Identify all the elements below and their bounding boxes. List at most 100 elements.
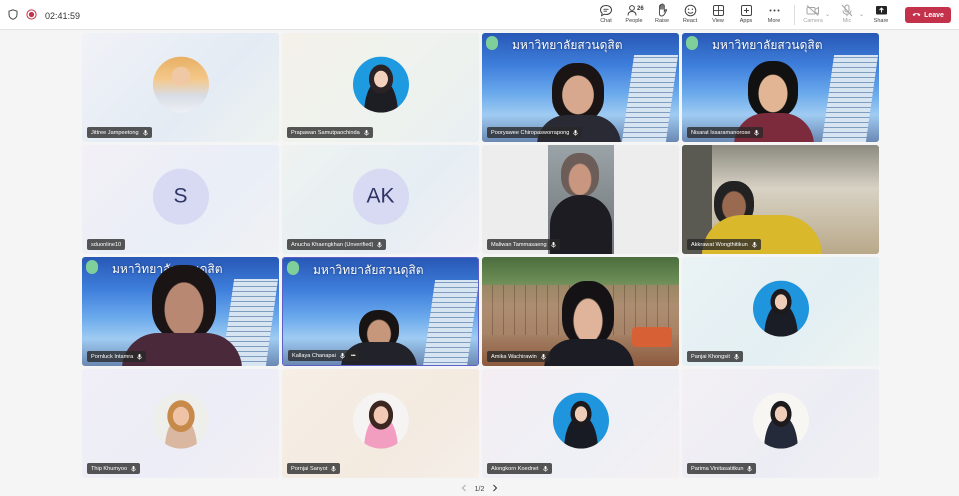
participant-tile[interactable]: Pornjai Sanyot [282, 369, 479, 478]
react-icon [684, 3, 697, 17]
avatar [352, 392, 409, 449]
apps-icon [740, 3, 753, 17]
meeting-status: 02:41:59 [8, 7, 80, 25]
previous-page-chevron-left-icon[interactable] [461, 484, 467, 494]
apps-button[interactable]: Apps [732, 3, 760, 24]
mic-icon [747, 465, 753, 472]
participant-tile[interactable]: Prapawan Samutpaochinda [282, 33, 479, 142]
mic-icon [340, 352, 345, 359]
university-logo [686, 36, 698, 50]
mic-options-chevron-down-icon[interactable]: ⌄ [859, 11, 864, 18]
share-button[interactable]: Share [867, 3, 895, 24]
participant-name-label: Jittree Jampeetong [87, 127, 152, 138]
mic-icon [331, 465, 337, 472]
people-button[interactable]: 26 People [620, 3, 648, 24]
avatar [552, 392, 609, 449]
mic-icon [142, 129, 148, 136]
camera-button[interactable]: ⌄ Camera [799, 3, 830, 24]
mic-icon [137, 353, 142, 360]
chat-icon [599, 3, 613, 17]
mic-icon [734, 353, 739, 360]
mic-icon [364, 129, 369, 136]
participant-face [562, 281, 614, 345]
participant-name-label: Panjai Khongsit [687, 351, 743, 362]
participant-name-label: Thip Khumyoo [87, 463, 141, 474]
participant-name-label: Amika Wachirawin [487, 351, 550, 362]
view-icon [712, 3, 725, 17]
raise-hand-icon [656, 3, 669, 17]
mic-icon [573, 129, 579, 136]
share-icon [875, 3, 888, 17]
chat-button[interactable]: Chat [592, 3, 620, 24]
recording-icon [26, 7, 37, 25]
participant-name-label: Akkrawat Wongthitikun [687, 239, 761, 250]
raise-hand-button[interactable]: Raise [648, 3, 676, 24]
participant-name-label: Anucha Khaengkhan (Unverified) [287, 239, 387, 250]
mic-icon [550, 241, 556, 248]
participant-name-label: Parima Vinitasatitkun [687, 463, 757, 474]
camera-off-icon [806, 3, 820, 17]
participant-name-label: Pooryawee Chiropasworrapong [487, 127, 583, 138]
view-button[interactable]: View [704, 3, 732, 24]
mic-icon [542, 465, 548, 472]
university-banner-text: มหาวิทยาลัยสวนดุสิต [712, 38, 823, 52]
next-page-chevron-right-icon[interactable] [492, 484, 498, 494]
participant-name-label: Nisarat Issaramanorose [687, 127, 764, 138]
university-logo [486, 36, 498, 50]
more-button[interactable]: More [760, 3, 788, 24]
participant-video-tile[interactable]: Akkrawat Wongthitikun [682, 145, 879, 254]
phone-hangup-icon [912, 11, 921, 19]
avatar [152, 56, 209, 113]
leave-button[interactable]: Leave [905, 7, 951, 23]
page-indicator: 1/2 [474, 485, 485, 493]
participant-video-tile[interactable]: มหาวิทยาลัยสวนดุสิต Pornluck Intamra [82, 257, 279, 366]
react-button[interactable]: React [676, 3, 704, 24]
participant-tile[interactable]: AK Anucha Khaengkhan (Unverified) [282, 145, 479, 254]
office-sofa [632, 327, 672, 347]
mic-icon [754, 129, 760, 136]
participant-name-label: Pornluck Intamra [87, 351, 147, 362]
avatar [752, 280, 809, 337]
more-icon [768, 3, 781, 17]
more-options-icon[interactable]: ••• [351, 353, 356, 359]
participant-body [544, 339, 634, 366]
mic-icon [752, 241, 757, 248]
mic-off-icon [841, 3, 853, 17]
participant-name-label: Pornjai Sanyot [287, 463, 341, 474]
participant-tile[interactable]: Panjai Khongsit [682, 257, 879, 366]
initials-avatar: AK [352, 168, 409, 225]
participant-video-tile[interactable]: มหาวิทยาลัยสวนดุสิต Pooryawee Chiropaswo… [482, 33, 679, 142]
participant-tile[interactable]: Jittree Jampeetong [82, 33, 279, 142]
participant-name-label: sduonline10 [87, 239, 126, 250]
participant-video-tile[interactable]: Amika Wachirawin [482, 257, 679, 366]
mic-icon [377, 241, 383, 248]
initials-avatar: S [152, 168, 209, 225]
avatar [152, 392, 209, 449]
participant-tile[interactable]: Thip Khumyoo [82, 369, 279, 478]
participant-name-label: Maliwan Tammasaeng [487, 239, 560, 250]
participant-count-badge: 26 [637, 6, 644, 12]
avatar [752, 392, 809, 449]
participant-face [748, 61, 798, 117]
participant-name-label: Alongkorn Koednet [487, 463, 552, 474]
shield-icon [8, 7, 18, 25]
participant-face [561, 153, 599, 197]
participant-name-label: Prapawan Samutpaochinda [287, 127, 373, 138]
participant-tile[interactable]: Alongkorn Koednet [482, 369, 679, 478]
leave-label: Leave [924, 11, 944, 19]
participant-tile[interactable]: Parima Vinitasatitkun [682, 369, 879, 478]
mic-icon [131, 465, 136, 472]
participant-face [152, 265, 216, 339]
avatar [352, 56, 409, 113]
participant-tile[interactable]: S sduonline10 [82, 145, 279, 254]
participant-name-label: Kallaya Chanapai ••• [288, 350, 360, 361]
participant-video-tile[interactable]: Maliwan Tammasaeng [482, 145, 679, 254]
camera-options-chevron-down-icon[interactable]: ⌄ [825, 11, 830, 18]
participant-face [552, 63, 604, 121]
participant-video-tile[interactable]: มหาวิทยาลัยสวนดุสิต Nisarat Issaramanoro… [682, 33, 879, 142]
participant-video-tile[interactable]: มหาวิทยาลัยสวนดุสิต Kallaya Chanapai ••• [282, 257, 479, 366]
mic-button[interactable]: ⌄ Mic [833, 3, 864, 24]
participant-grid: Jittree Jampeetong Prapawan Samutpaochin… [82, 33, 879, 480]
participant-video [548, 145, 614, 254]
university-logo [86, 260, 98, 274]
